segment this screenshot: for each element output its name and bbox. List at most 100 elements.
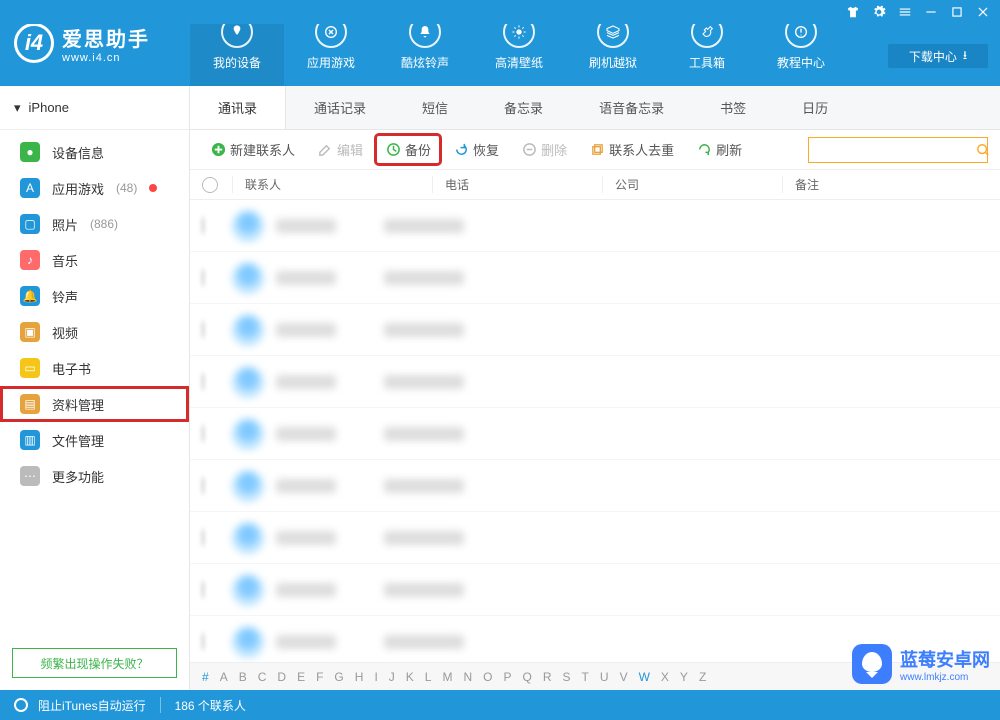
menu-icon[interactable] <box>898 5 912 19</box>
row-checkbox[interactable] <box>202 580 204 599</box>
sidebar-icon: 🔔 <box>20 286 40 306</box>
refresh-button[interactable]: 刷新 <box>688 136 750 163</box>
sidebar-item-9[interactable]: ⋯更多功能 <box>0 458 189 494</box>
avatar <box>232 314 264 346</box>
sidebar-item-8[interactable]: ▥文件管理 <box>0 422 189 458</box>
refresh-icon <box>696 142 712 158</box>
table-row[interactable] <box>190 356 1000 408</box>
itunes-toggle[interactable]: 阻止iTunes自动运行 <box>38 697 146 714</box>
letter-X[interactable]: X <box>661 670 669 684</box>
row-checkbox[interactable] <box>202 216 204 235</box>
letter-K[interactable]: K <box>406 670 414 684</box>
search-box <box>808 137 988 163</box>
letter-E[interactable]: E <box>297 670 305 684</box>
table-row[interactable] <box>190 252 1000 304</box>
device-dropdown[interactable]: ▾ iPhone <box>0 86 189 130</box>
sidebar-item-6[interactable]: ▭电子书 <box>0 350 189 386</box>
row-checkbox[interactable] <box>202 424 204 443</box>
maximize-icon[interactable] <box>950 5 964 19</box>
letter-C[interactable]: C <box>258 670 267 684</box>
letter-W[interactable]: W <box>639 670 650 684</box>
letter-V[interactable]: V <box>620 670 628 684</box>
app-name-en: www.i4.cn <box>62 52 150 64</box>
download-center-button[interactable]: 下载中心 ⭳ <box>888 44 988 68</box>
tab-2[interactable]: 短信 <box>394 86 476 129</box>
backup-button[interactable]: 备份 <box>377 136 439 163</box>
close-icon[interactable] <box>976 5 990 19</box>
letter-Z[interactable]: Z <box>699 670 706 684</box>
select-all-checkbox[interactable] <box>202 177 218 193</box>
letter-Y[interactable]: Y <box>680 670 688 684</box>
table-row[interactable] <box>190 408 1000 460</box>
tab-0[interactable]: 通讯录 <box>190 86 286 129</box>
row-checkbox[interactable] <box>202 528 204 547</box>
chevron-down-icon: ▾ <box>14 100 21 116</box>
sidebar-item-5[interactable]: ▣视频 <box>0 314 189 350</box>
watermark-badge <box>852 644 892 684</box>
plus-icon <box>210 142 226 158</box>
letter-B[interactable]: B <box>239 670 247 684</box>
letter-D[interactable]: D <box>277 670 286 684</box>
letter-J[interactable]: J <box>389 670 395 684</box>
col-company[interactable]: 公司 <box>602 176 782 193</box>
letter-N[interactable]: N <box>463 670 472 684</box>
minimize-icon[interactable] <box>924 5 938 19</box>
tabs: 通讯录通话记录短信备忘录语音备忘录书签日历 <box>190 86 1000 130</box>
sidebar-item-0[interactable]: ●设备信息 <box>0 134 189 170</box>
restore-button[interactable]: 恢复 <box>445 136 507 163</box>
help-link[interactable]: 频繁出现操作失败？ <box>12 648 177 678</box>
row-checkbox[interactable] <box>202 320 204 339</box>
delete-button[interactable]: 删除 <box>513 136 575 163</box>
notification-dot <box>149 184 157 192</box>
search-button[interactable] <box>976 137 990 163</box>
col-note[interactable]: 备注 <box>782 176 1000 193</box>
avatar <box>232 574 264 606</box>
table-row[interactable] <box>190 460 1000 512</box>
sidebar-item-4[interactable]: 🔔铃声 <box>0 278 189 314</box>
letter-O[interactable]: O <box>483 670 492 684</box>
tab-4[interactable]: 语音备忘录 <box>571 86 692 129</box>
letter-T[interactable]: T <box>582 670 589 684</box>
sidebar-item-2[interactable]: ▢照片 (886) <box>0 206 189 242</box>
letter-G[interactable]: G <box>334 670 343 684</box>
table-row[interactable] <box>190 564 1000 616</box>
row-checkbox[interactable] <box>202 372 204 391</box>
edit-button[interactable]: 编辑 <box>309 136 371 163</box>
letter-I[interactable]: I <box>374 670 377 684</box>
tab-6[interactable]: 日历 <box>774 86 856 129</box>
dedupe-button[interactable]: 联系人去重 <box>581 136 682 163</box>
new-contact-button[interactable]: 新建联系人 <box>202 136 303 163</box>
row-checkbox[interactable] <box>202 476 204 495</box>
delete-icon <box>521 142 537 158</box>
tab-1[interactable]: 通话记录 <box>286 86 394 129</box>
sidebar-item-7[interactable]: ▤资料管理 <box>0 386 189 422</box>
letter-A[interactable]: A <box>220 670 228 684</box>
letter-Q[interactable]: Q <box>523 670 532 684</box>
col-contact[interactable]: 联系人 <box>232 176 432 193</box>
sidebar-item-3[interactable]: ♪音乐 <box>0 242 189 278</box>
table-row[interactable] <box>190 304 1000 356</box>
sidebar-icon: ▭ <box>20 358 40 378</box>
letter-H[interactable]: H <box>355 670 364 684</box>
sidebar-item-1[interactable]: A应用游戏 (48) <box>0 170 189 206</box>
gear-icon[interactable] <box>872 5 886 19</box>
avatar <box>232 626 264 658</box>
col-phone[interactable]: 电话 <box>432 176 602 193</box>
letter-#[interactable]: # <box>202 670 209 684</box>
letter-U[interactable]: U <box>600 670 609 684</box>
row-checkbox[interactable] <box>202 632 204 651</box>
table-row[interactable] <box>190 512 1000 564</box>
tab-3[interactable]: 备忘录 <box>476 86 571 129</box>
shirt-icon[interactable] <box>846 5 860 19</box>
letter-P[interactable]: P <box>504 670 512 684</box>
tab-5[interactable]: 书签 <box>692 86 774 129</box>
row-checkbox[interactable] <box>202 268 204 287</box>
letter-R[interactable]: R <box>543 670 552 684</box>
letter-L[interactable]: L <box>425 670 432 684</box>
search-input[interactable] <box>809 143 976 157</box>
letter-F[interactable]: F <box>316 670 323 684</box>
toolbar: 新建联系人 编辑 备份 恢复 删除 联系人去重 刷新 <box>190 130 1000 170</box>
table-row[interactable] <box>190 200 1000 252</box>
letter-S[interactable]: S <box>563 670 571 684</box>
letter-M[interactable]: M <box>442 670 452 684</box>
